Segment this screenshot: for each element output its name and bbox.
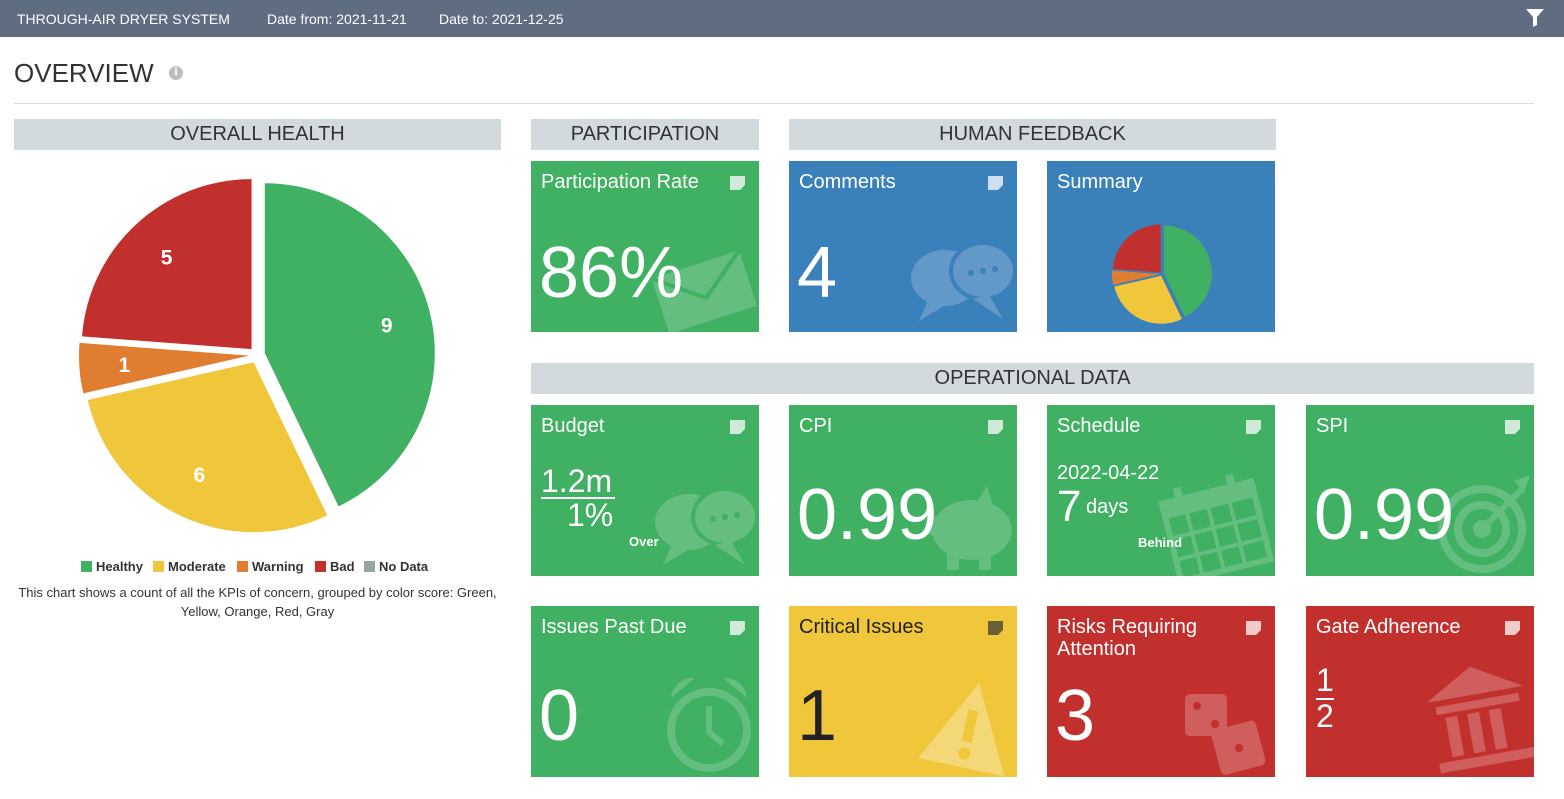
summary-mini-pie [1112, 224, 1212, 324]
gate-denominator: 2 [1316, 698, 1334, 734]
chat-bubbles-icon [911, 241, 1017, 321]
note-icon[interactable] [1505, 420, 1520, 434]
pie-slice-bad [1112, 224, 1161, 273]
legend-swatch-no-data [364, 561, 375, 572]
legend-warning[interactable]: Warning [237, 559, 304, 574]
tile-label: SPI [1316, 415, 1349, 437]
budget-tile[interactable]: Budget 1.2m 1% Over [531, 405, 759, 576]
note-icon[interactable] [1246, 420, 1261, 434]
note-icon[interactable] [988, 420, 1003, 434]
tile-label: Critical Issues [799, 616, 924, 638]
tile-label: Comments [799, 171, 896, 193]
legend-swatch-warning [237, 561, 248, 572]
tile-label: Gate Adherence [1316, 616, 1461, 638]
note-icon[interactable] [988, 621, 1003, 635]
top-bar: THROUGH-AIR DRYER SYSTEM Date from: 2021… [0, 0, 1564, 37]
risks-tile[interactable]: Risks Requiring Attention 3 [1047, 606, 1275, 777]
note-icon[interactable] [1505, 621, 1520, 635]
human-feedback-header: HUMAN FEEDBACK [789, 119, 1276, 150]
participation-header: PARTICIPATION [531, 119, 759, 150]
comments-tile[interactable]: Comments 4 [789, 161, 1017, 332]
page-title: OVERVIEW [14, 58, 154, 88]
legend-label: Moderate [168, 559, 226, 574]
overall-health-pie-chart[interactable]: 9 6 1 5 [14, 160, 501, 555]
system-name: THROUGH-AIR DRYER SYSTEM [17, 11, 230, 27]
cpi-tile[interactable]: CPI 0.99 [789, 405, 1017, 576]
warning-icon [919, 683, 1005, 777]
bank-building-icon [1426, 666, 1534, 774]
info-icon[interactable]: i [169, 66, 183, 80]
legend-label: Bad [330, 559, 355, 574]
chart-caption: This chart shows a count of all the KPIs… [18, 585, 497, 619]
dice-icon [1185, 694, 1266, 775]
gate-adherence-tile[interactable]: Gate Adherence 1 2 [1306, 606, 1534, 777]
tile-label: Schedule [1057, 415, 1141, 437]
note-icon[interactable] [730, 621, 745, 635]
schedule-days: 7 [1057, 482, 1082, 531]
budget-status: Over [629, 534, 659, 549]
tile-label: Issues Past Due [541, 616, 687, 638]
issues-past-due-value: 0 [539, 676, 580, 756]
tile-label: Budget [541, 415, 605, 437]
critical-issues-tile[interactable]: Critical Issues 1 [789, 606, 1017, 777]
note-icon[interactable] [1246, 621, 1261, 635]
chat-bubbles-icon [655, 487, 759, 565]
gate-numerator: 1 [1316, 662, 1334, 698]
tile-label: CPI [799, 415, 833, 437]
pie-value-label: 9 [381, 314, 393, 337]
legend-label: Healthy [96, 559, 143, 574]
schedule-status: Behind [1138, 535, 1183, 550]
comments-value: 4 [797, 233, 838, 313]
participation-rate-value: 86% [539, 233, 684, 313]
alarm-clock-icon [667, 677, 751, 772]
legend-bad[interactable]: Bad [315, 559, 355, 574]
date-to: Date to: 2021-12-25 [439, 11, 564, 27]
legend-swatch-moderate [153, 561, 164, 572]
budget-amount: 1.2m [541, 463, 613, 499]
issues-past-due-tile[interactable]: Issues Past Due 0 [531, 606, 759, 777]
overall-health-header: OVERALL HEALTH [14, 119, 501, 150]
critical-issues-value: 1 [797, 676, 838, 756]
legend-swatch-bad [315, 561, 326, 572]
legend-no-data[interactable]: No Data [364, 559, 428, 574]
budget-percent: 1% [567, 497, 614, 533]
summary-tile[interactable]: Summary [1047, 161, 1275, 332]
legend-healthy[interactable]: Healthy [81, 559, 143, 574]
tile-label: Risks Requiring Attention [1057, 616, 1198, 660]
risks-value: 3 [1055, 676, 1096, 756]
note-icon[interactable] [730, 176, 745, 190]
legend-swatch-healthy [81, 561, 92, 572]
title-divider [14, 103, 1534, 104]
legend-moderate[interactable]: Moderate [153, 559, 226, 574]
schedule-days-unit: days [1086, 496, 1129, 518]
filter-icon[interactable] [1526, 9, 1544, 27]
spi-value: 0.99 [1314, 475, 1455, 555]
pie-value-label: 5 [161, 247, 173, 270]
note-icon[interactable] [730, 420, 745, 434]
date-from: Date from: 2021-11-21 [267, 11, 407, 27]
legend-label: No Data [379, 559, 429, 574]
calendar-icon [1158, 473, 1275, 576]
spi-tile[interactable]: SPI 0.99 [1306, 405, 1534, 576]
tile-label: Summary [1057, 171, 1143, 193]
schedule-tile[interactable]: Schedule 2022-04-22 7 days Behind [1047, 405, 1275, 576]
legend-label: Warning [252, 559, 304, 574]
note-icon[interactable] [988, 176, 1003, 190]
cpi-value: 0.99 [797, 475, 938, 555]
tile-label: Participation Rate [541, 171, 699, 193]
pie-value-label: 6 [193, 464, 205, 487]
pie-value-label: 1 [119, 354, 131, 377]
participation-rate-tile[interactable]: Participation Rate 86% [531, 161, 759, 332]
operational-data-header: OPERATIONAL DATA [531, 363, 1534, 394]
